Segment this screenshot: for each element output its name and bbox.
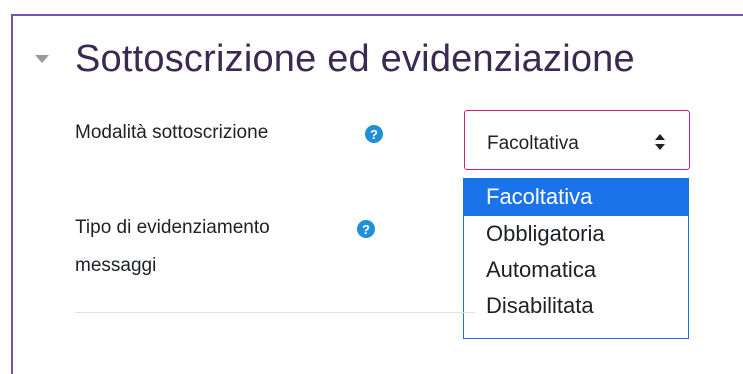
- subscription-mode-dropdown: Facoltativa Obbligatoria Automatica Disa…: [463, 178, 689, 339]
- tracking-type-label-line2: messaggi: [75, 255, 157, 276]
- subscription-mode-select[interactable]: Facoltativa: [464, 110, 690, 170]
- dropdown-option-facoltativa[interactable]: Facoltativa: [464, 179, 688, 216]
- tracking-type-label: Tipo di evidenziamento: [75, 217, 270, 238]
- subscription-mode-label: Modalità sottoscrizione: [75, 122, 269, 143]
- dropdown-option-automatica[interactable]: Automatica: [464, 252, 688, 288]
- section-divider: [75, 312, 475, 313]
- section-title: Sottoscrizione ed evidenziazione: [75, 38, 635, 80]
- dropdown-option-disabilitata[interactable]: Disabilitata: [464, 288, 688, 324]
- collapse-caret-icon[interactable]: [35, 55, 49, 67]
- subscription-mode-value: Facoltativa: [487, 133, 579, 154]
- select-arrows-icon: [655, 134, 665, 150]
- dropdown-option-obbligatoria[interactable]: Obbligatoria: [464, 216, 688, 252]
- question-circle-icon[interactable]: ?: [365, 125, 383, 143]
- question-circle-icon[interactable]: ?: [357, 220, 375, 238]
